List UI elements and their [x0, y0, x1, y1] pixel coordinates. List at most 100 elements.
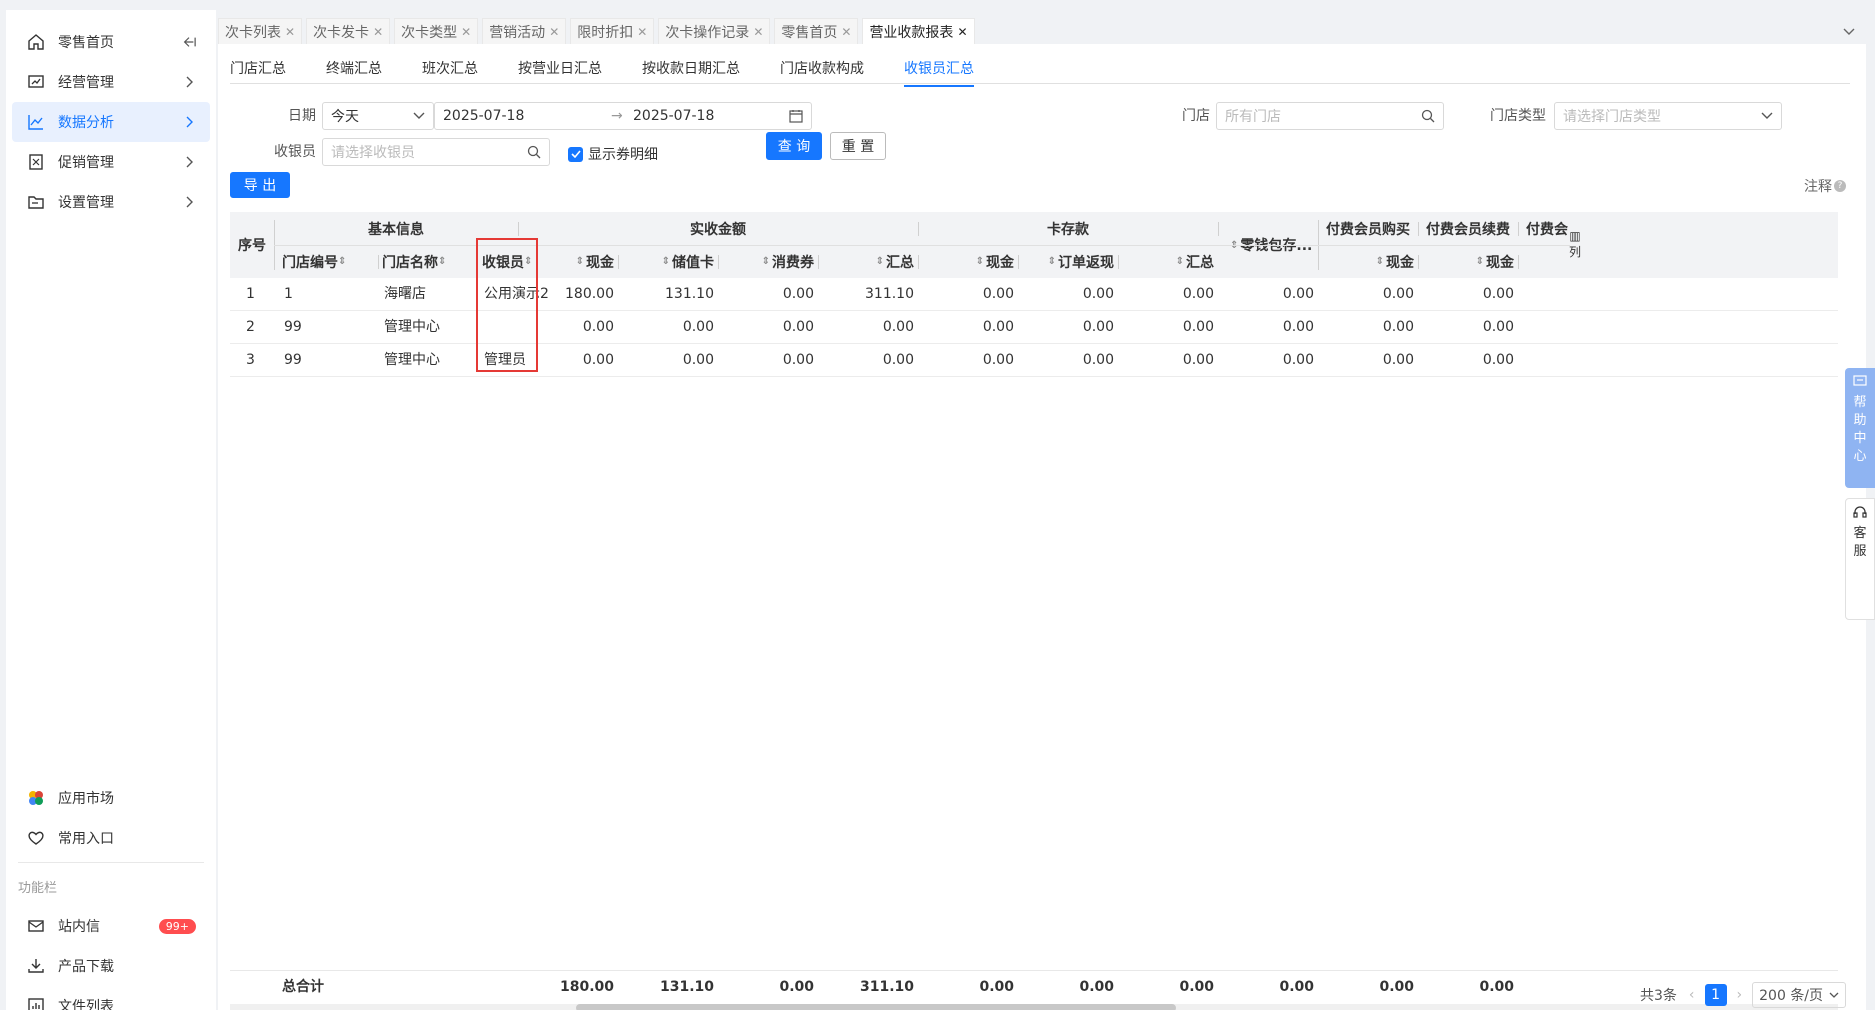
- col-store-no[interactable]: 门店编号 ⇕: [282, 245, 348, 278]
- col-member-buy-cash[interactable]: ⇕ 现金: [1330, 245, 1414, 278]
- store-type-select[interactable]: 请选择门店类型: [1554, 102, 1782, 130]
- col-member-renew-cash[interactable]: ⇕ 现金: [1430, 245, 1514, 278]
- checkbox-checked-icon[interactable]: [568, 146, 583, 162]
- sort-icon[interactable]: ⇕: [1176, 256, 1184, 267]
- sidebar-item-business[interactable]: 经营管理: [12, 62, 210, 102]
- coupon-icon: [26, 152, 46, 172]
- date-range-picker[interactable]: 2025-07-18 → 2025-07-18: [434, 102, 812, 130]
- table-row[interactable]: 1 1 海曙店 公用演示2 180.00 131.10 0.00 311.10 …: [230, 278, 1838, 311]
- collapse-sidebar-icon[interactable]: [182, 35, 196, 49]
- close-icon[interactable]: ✕: [957, 25, 967, 39]
- next-page-icon[interactable]: ›: [1737, 987, 1743, 1003]
- column-divider: [718, 255, 719, 269]
- sidebar-messages[interactable]: 站内信 99+: [12, 906, 210, 946]
- tab-card-list[interactable]: 次卡列表 ✕: [218, 18, 303, 44]
- table-row[interactable]: 2 99 管理中心 0.00 0.00 0.00 0.00 0.00 0.00 …: [230, 311, 1838, 344]
- subtab-store-summary[interactable]: 门店汇总: [230, 58, 286, 83]
- col-store-name[interactable]: 门店名称 ⇕: [382, 245, 448, 278]
- date-end-input[interactable]: 2025-07-18: [633, 108, 714, 124]
- store-select[interactable]: 所有门店: [1216, 102, 1444, 130]
- sort-icon[interactable]: ⇕: [576, 256, 584, 267]
- tab-card-issue[interactable]: 次卡发卡 ✕: [306, 18, 391, 44]
- show-coupon-detail-checkbox[interactable]: 显示券明细: [568, 144, 658, 164]
- date-preset-select[interactable]: 今天: [322, 102, 434, 130]
- tab-retail-home[interactable]: 零售首页 ✕: [774, 18, 859, 44]
- sidebar-item-promotion[interactable]: 促销管理: [12, 142, 210, 182]
- download-icon: [26, 956, 46, 976]
- col-card-cash[interactable]: ⇕ 现金: [930, 245, 1014, 278]
- reset-button[interactable]: 重 置: [830, 132, 886, 160]
- sidebar-item-settings[interactable]: 设置管理: [12, 182, 210, 222]
- scrollbar-thumb[interactable]: [576, 1004, 1176, 1010]
- col-total[interactable]: ⇕ 汇总: [830, 245, 914, 278]
- table-row[interactable]: 3 99 管理中心 管理员 0.00 0.00 0.00 0.00 0.00 0…: [230, 344, 1838, 377]
- col-member-buy-cash-label: 现金: [1386, 254, 1414, 271]
- help-char: 心: [1853, 449, 1867, 464]
- subtab-terminal-summary[interactable]: 终端汇总: [326, 58, 382, 83]
- close-icon[interactable]: ✕: [637, 25, 647, 39]
- sort-icon[interactable]: ⇕: [1476, 256, 1484, 267]
- close-icon[interactable]: ✕: [285, 25, 295, 39]
- chevron-down-icon[interactable]: [1838, 21, 1860, 43]
- sort-icon[interactable]: ⇕: [338, 256, 346, 267]
- customer-service-button[interactable]: 客 服: [1845, 498, 1875, 620]
- subtab-cashier-summary[interactable]: 收银员汇总: [904, 58, 974, 87]
- subtab-store-composition[interactable]: 门店收款构成: [780, 58, 864, 83]
- page-number-current[interactable]: 1: [1704, 984, 1727, 1006]
- chevron-right-icon: [182, 195, 196, 209]
- sidebar-item-retail-home[interactable]: 零售首页: [12, 22, 210, 62]
- horizontal-scrollbar[interactable]: [230, 1004, 1838, 1010]
- sidebar-common-entry[interactable]: 常用入口: [12, 818, 210, 858]
- sort-icon[interactable]: ⇕: [1376, 256, 1384, 267]
- subtab-business-day[interactable]: 按营业日汇总: [518, 58, 602, 83]
- prev-page-icon[interactable]: ‹: [1689, 987, 1695, 1003]
- col-coupon[interactable]: ⇕ 消费券: [730, 245, 814, 278]
- col-cash[interactable]: ⇕ 现金: [530, 245, 614, 278]
- col-stored-card[interactable]: ⇕ 储值卡: [630, 245, 714, 278]
- pagination: 共3条 ‹ 1 › 200 条/页: [1640, 982, 1847, 1008]
- cell-total: 0.00: [882, 319, 914, 335]
- close-icon[interactable]: ✕: [841, 25, 851, 39]
- close-icon[interactable]: ✕: [549, 25, 559, 39]
- notes-link[interactable]: 注释 ?: [1804, 176, 1846, 196]
- tab-revenue-report[interactable]: 营业收款报表 ✕: [862, 18, 975, 44]
- sort-icon[interactable]: ⇕: [1048, 256, 1056, 267]
- tab-label: 限时折扣: [577, 24, 634, 41]
- sort-icon[interactable]: ⇕: [662, 256, 670, 267]
- col-card-total[interactable]: ⇕ 汇总: [1130, 245, 1214, 278]
- export-button[interactable]: 导 出: [230, 172, 290, 198]
- subtab-payment-date[interactable]: 按收款日期汇总: [642, 58, 740, 83]
- close-icon[interactable]: ✕: [753, 25, 763, 39]
- tab-marketing[interactable]: 营销活动 ✕: [482, 18, 567, 44]
- date-start-input[interactable]: 2025-07-18: [443, 108, 524, 124]
- sidebar-item-label: 数据分析: [58, 115, 114, 131]
- sidebar-item-label: 零售首页: [58, 35, 114, 51]
- tab-discount[interactable]: 限时折扣 ✕: [570, 18, 655, 44]
- files-label: 文件列表: [58, 999, 114, 1010]
- query-button[interactable]: 查 询: [766, 132, 822, 160]
- cashier-select[interactable]: 请选择收银员: [322, 138, 550, 166]
- page-size-select[interactable]: 200 条/页: [1752, 982, 1847, 1008]
- help-center-button[interactable]: 帮 助 中 心: [1845, 368, 1875, 488]
- sort-icon[interactable]: ⇕: [762, 256, 770, 267]
- tab-card-operations[interactable]: 次卡操作记录 ✕: [658, 18, 771, 44]
- column-divider: [1018, 255, 1019, 269]
- sidebar-files[interactable]: 文件列表: [12, 986, 210, 1010]
- sidebar-app-market[interactable]: 应用市场: [12, 778, 210, 818]
- show-coupon-detail-label: 显示券明细: [588, 147, 658, 163]
- cell-store-name: 管理中心: [384, 319, 440, 335]
- sort-icon[interactable]: ⇕: [438, 256, 446, 267]
- column-divider: [1518, 255, 1519, 269]
- close-icon[interactable]: ✕: [461, 25, 471, 39]
- column-settings-button[interactable]: ▥ 列: [1568, 224, 1582, 264]
- col-order-refund[interactable]: ⇕ 订单返现: [1020, 245, 1114, 278]
- sidebar-download[interactable]: 产品下载: [12, 946, 210, 986]
- tab-card-type[interactable]: 次卡类型 ✕: [394, 18, 479, 44]
- sidebar-divider: [18, 862, 204, 863]
- sort-icon[interactable]: ⇕: [976, 256, 984, 267]
- sidebar-item-data-analysis[interactable]: 数据分析: [12, 102, 210, 142]
- group-member-buy: 付费会员购买: [1326, 221, 1410, 238]
- subtab-shift-summary[interactable]: 班次汇总: [422, 58, 478, 83]
- close-icon[interactable]: ✕: [373, 25, 383, 39]
- sort-icon[interactable]: ⇕: [876, 256, 884, 267]
